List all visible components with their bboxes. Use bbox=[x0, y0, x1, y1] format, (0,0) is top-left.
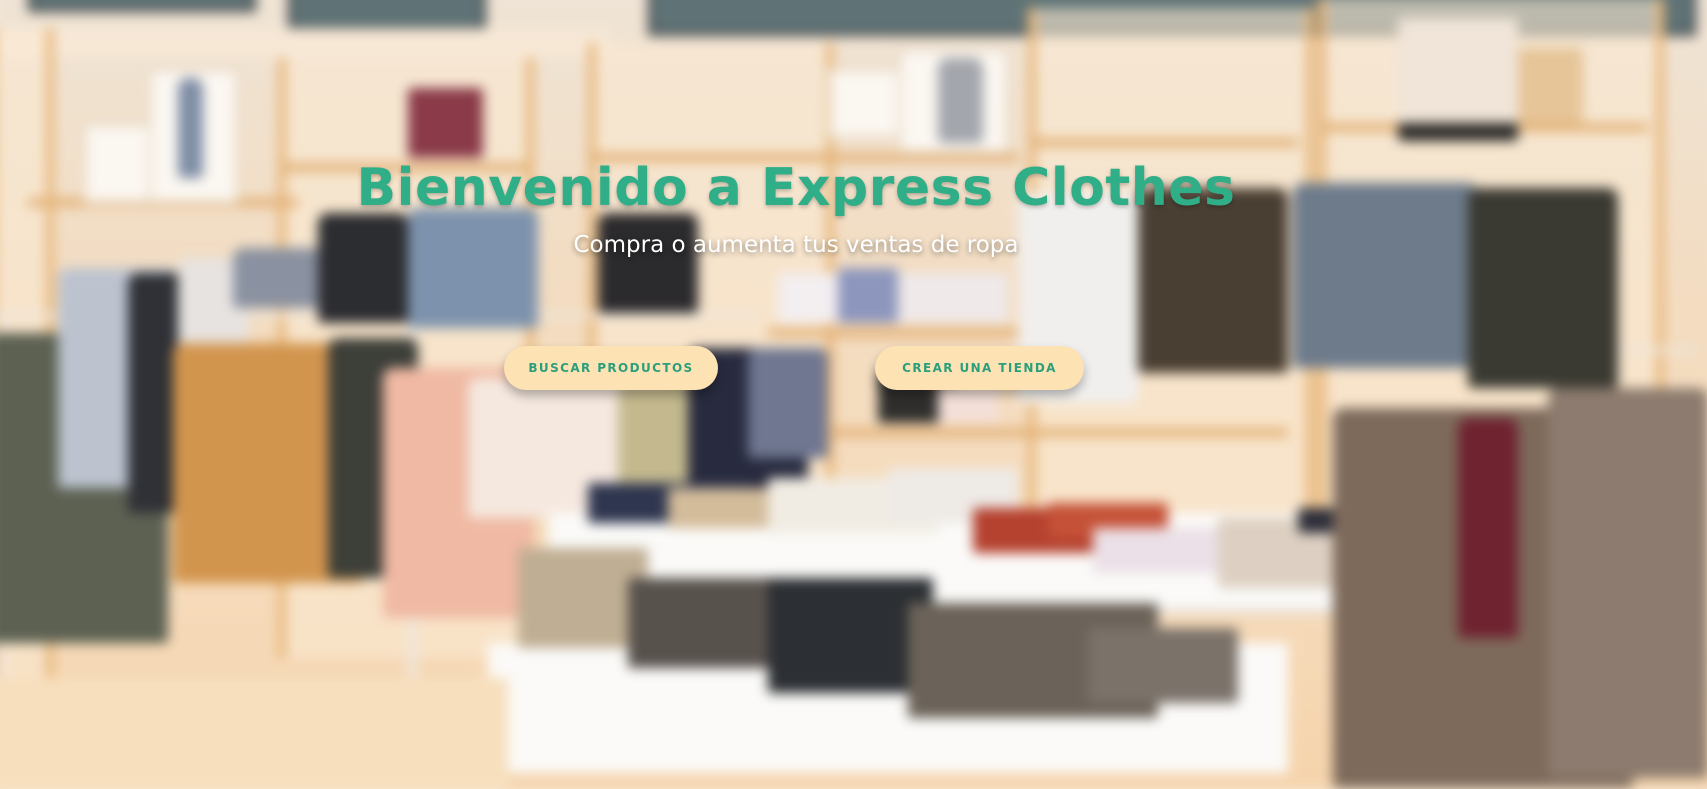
search-products-button[interactable]: BUSCAR PRODUCTOS bbox=[504, 346, 718, 390]
hero-content: Bienvenido a Express Clothes Compra o au… bbox=[0, 0, 1707, 777]
hero-title: Bienvenido a Express Clothes bbox=[356, 158, 1236, 218]
hero-subtitle: Compra o aumenta tus ventas de ropa bbox=[573, 232, 1019, 258]
create-store-button[interactable]: CREAR UNA TIENDA bbox=[875, 346, 1084, 390]
